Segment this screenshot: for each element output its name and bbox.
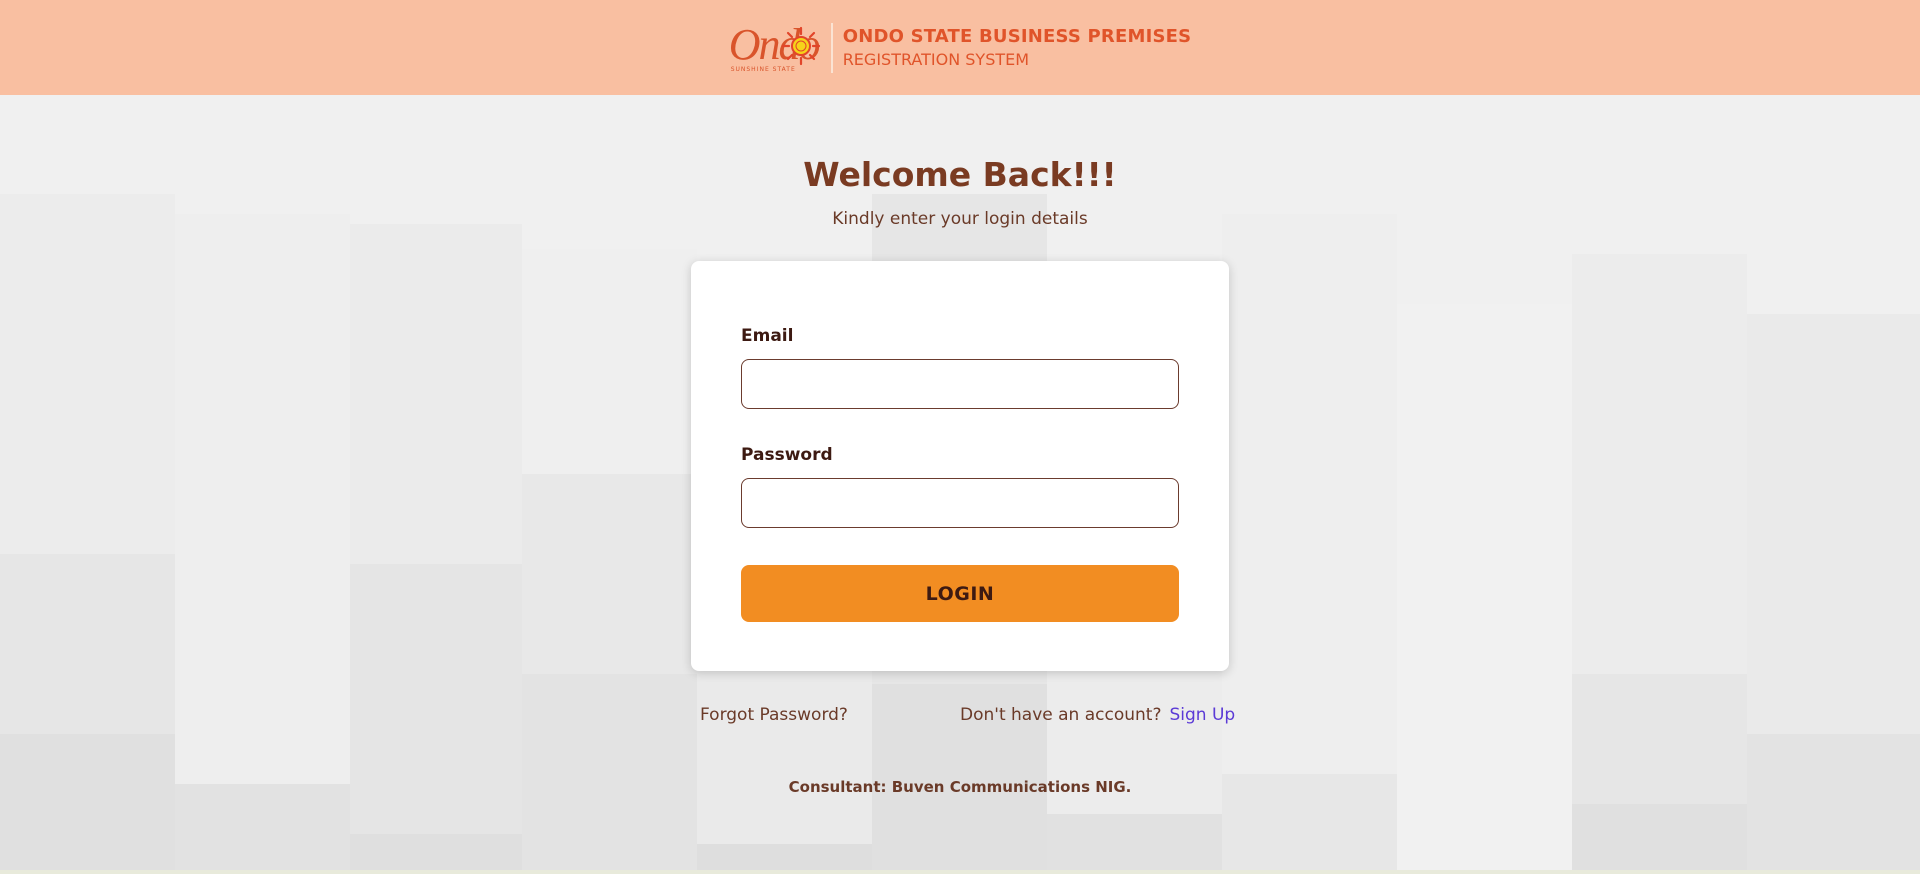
email-label: Email bbox=[741, 326, 794, 346]
top-header: Ondo SUNSHINE STATE ONDO STATE BUSINESS … bbox=[0, 0, 1920, 95]
consultant-credit: Consultant: Buven Communications NIG. bbox=[788, 778, 1132, 796]
password-field[interactable] bbox=[741, 478, 1179, 528]
login-card: Email Password LOGIN bbox=[691, 261, 1229, 671]
login-page: Ondo SUNSHINE STATE ONDO STATE BUSINESS … bbox=[0, 0, 1920, 874]
brand-divider bbox=[830, 22, 833, 73]
brand: Ondo SUNSHINE STATE ONDO STATE BUSINESS … bbox=[729, 18, 1192, 78]
ondo-logo[interactable]: Ondo SUNSHINE STATE bbox=[729, 21, 821, 74]
email-field[interactable] bbox=[741, 359, 1179, 409]
brand-title: ONDO STATE BUSINESS PREMISES REGISTRATIO… bbox=[843, 25, 1192, 71]
logo-tagline: SUNSHINE STATE bbox=[730, 65, 796, 73]
login-main: Welcome Back!!! Kindly enter your login … bbox=[0, 95, 1920, 874]
bottom-bar bbox=[0, 870, 1920, 874]
brand-title-line1: ONDO STATE BUSINESS PREMISES bbox=[842, 25, 1192, 47]
sun-icon bbox=[781, 26, 820, 65]
no-account-text: Don't have an account? bbox=[960, 705, 1162, 725]
brand-title-line2: REGISTRATION SYSTEM bbox=[842, 49, 1030, 69]
page-title: Welcome Back!!! bbox=[803, 155, 1117, 194]
sign-up-link[interactable]: Sign Up bbox=[1169, 705, 1235, 725]
signup-prompt: Don't have an account? Sign Up bbox=[960, 705, 1235, 725]
forgot-password-link[interactable]: Forgot Password? bbox=[700, 705, 848, 725]
password-label: Password bbox=[741, 445, 833, 465]
page-subtitle: Kindly enter your login details bbox=[832, 209, 1088, 229]
login-button[interactable]: LOGIN bbox=[741, 565, 1179, 622]
